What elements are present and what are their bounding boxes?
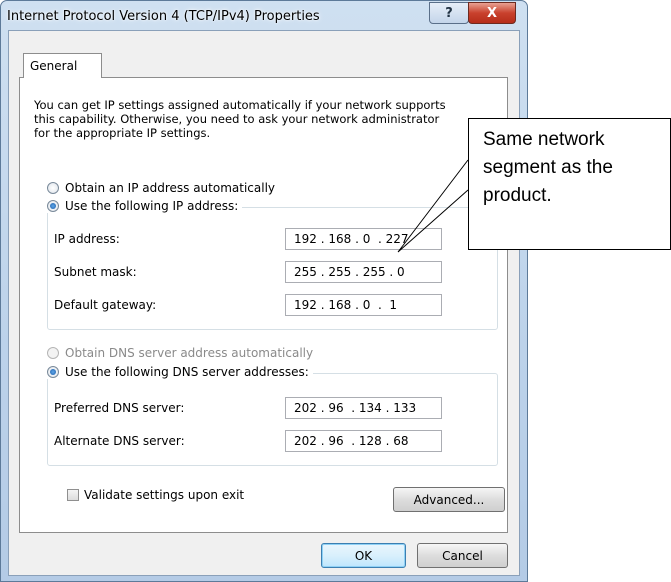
ip-address-label: IP address: <box>54 232 120 246</box>
use-following-ip-label: Use the following IP address: <box>65 199 239 213</box>
radio-unselected-icon <box>47 182 59 194</box>
obtain-dns-auto-radio[interactable]: Obtain DNS server address automatically <box>47 346 313 360</box>
use-following-ip-radio[interactable]: Use the following IP address: <box>47 199 243 213</box>
dialog-window: Internet Protocol Version 4 (TCP/IPv4) P… <box>0 0 528 582</box>
advanced-button[interactable]: Advanced... <box>393 487 505 512</box>
default-gateway-label: Default gateway: <box>54 298 157 312</box>
dialog-client-area: General You can get IP settings assigned… <box>8 30 520 576</box>
radio-selected-icon <box>47 200 59 212</box>
general-panel: You can get IP settings assigned automat… <box>19 77 508 533</box>
checkbox-icon <box>67 489 79 501</box>
window-title: Internet Protocol Version 4 (TCP/IPv4) P… <box>7 9 320 24</box>
close-button[interactable]: X <box>468 2 516 24</box>
use-following-dns-radio[interactable]: Use the following DNS server addresses: <box>47 365 313 379</box>
description-text: You can get IP settings assigned automat… <box>34 98 446 140</box>
default-gateway-input[interactable]: 192 . 168 . 0 . 1 <box>285 294 442 316</box>
preferred-dns-label: Preferred DNS server: <box>54 401 185 415</box>
validate-settings-checkbox[interactable]: Validate settings upon exit <box>67 488 244 502</box>
obtain-ip-auto-radio[interactable]: Obtain an IP address automatically <box>47 181 275 195</box>
help-button[interactable]: ? <box>429 2 469 24</box>
radio-disabled-icon <box>47 347 59 359</box>
help-icon: ? <box>445 5 453 21</box>
preferred-dns-input[interactable]: 202 . 96 . 134 . 133 <box>285 397 442 419</box>
close-icon: X <box>486 5 498 21</box>
alternate-dns-input[interactable]: 202 . 96 . 128 . 68 <box>285 430 442 452</box>
radio-selected-icon <box>47 366 59 378</box>
subnet-mask-label: Subnet mask: <box>54 265 137 279</box>
ip-address-input[interactable]: 192 . 168 . 0 . 227 <box>285 228 442 250</box>
ok-button[interactable]: OK <box>321 543 406 568</box>
annotation-callout: Same network segment as the product. <box>468 118 671 250</box>
use-following-dns-label: Use the following DNS server addresses: <box>65 365 309 379</box>
cancel-button[interactable]: Cancel <box>417 543 508 568</box>
tab-general[interactable]: General <box>23 53 102 78</box>
subnet-mask-input[interactable]: 255 . 255 . 255 . 0 <box>285 261 442 283</box>
validate-settings-label: Validate settings upon exit <box>84 488 245 502</box>
obtain-dns-auto-label: Obtain DNS server address automatically <box>65 346 314 360</box>
alternate-dns-label: Alternate DNS server: <box>54 434 185 448</box>
dns-server-group <box>47 373 498 466</box>
obtain-ip-auto-label: Obtain an IP address automatically <box>65 181 276 195</box>
